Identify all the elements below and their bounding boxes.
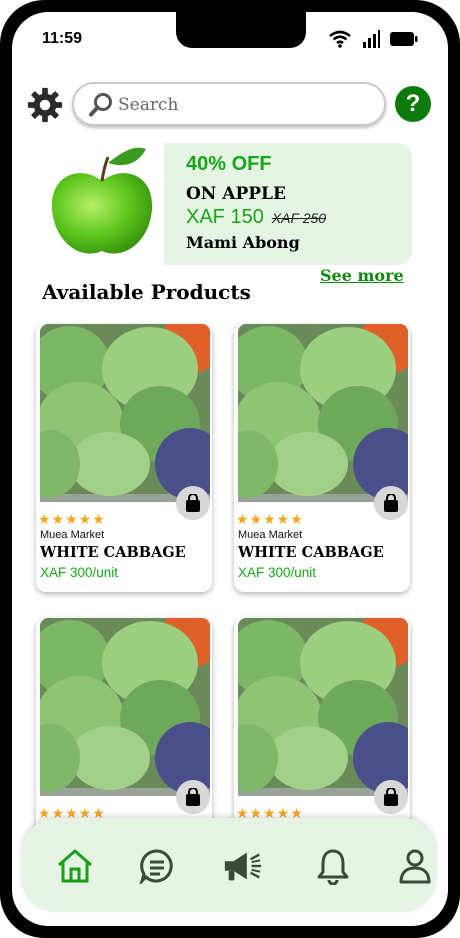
- nav-announcements[interactable]: [222, 846, 264, 886]
- phone-frame: 11:59 Search ? 40% OFF ON APPLE XAF 150 …: [0, 0, 460, 938]
- cabbage-image: [238, 324, 408, 502]
- promo-discount: 40% OFF: [186, 153, 272, 175]
- nav-chat[interactable]: [136, 846, 178, 886]
- app-screen: 11:59 Search ? 40% OFF ON APPLE XAF 150 …: [12, 12, 448, 926]
- shopping-bag-icon: [186, 494, 200, 512]
- shopping-bag-icon: [384, 788, 398, 806]
- chat-icon: [139, 849, 173, 884]
- wifi-icon: [329, 30, 351, 48]
- profile-icon: [399, 849, 431, 884]
- product-market: Muea Market: [238, 529, 303, 541]
- section-title: Available Products: [42, 280, 251, 304]
- product-market: Muea Market: [40, 529, 105, 541]
- nav-profile[interactable]: [394, 846, 436, 886]
- promo-old-price: XAF 250: [271, 210, 327, 226]
- product-card[interactable]: ★★★★★ Muea Market WHITE CABBAGE XAF 300/…: [234, 324, 410, 592]
- home-icon: [58, 849, 92, 883]
- promo-banner[interactable]: 40% OFF ON APPLE XAF 150 XAF 250 Mami Ab…: [42, 143, 412, 265]
- nav-notifications[interactable]: [312, 846, 354, 886]
- rating-stars: ★★★★★: [236, 511, 304, 527]
- shopping-bag-icon: [186, 788, 200, 806]
- promo-text: 40% OFF ON APPLE XAF 150 XAF 250 Mami Ab…: [186, 153, 326, 252]
- add-to-cart-button[interactable]: [374, 780, 408, 814]
- status-icons: [328, 30, 418, 48]
- product-price: XAF 300/unit: [238, 565, 317, 580]
- shopping-bag-icon: [384, 494, 398, 512]
- promo-seller: Mami Abong: [186, 233, 300, 252]
- battery-icon: [390, 32, 418, 46]
- see-more-link[interactable]: See more: [320, 266, 404, 285]
- top-bar: ?: [26, 82, 436, 128]
- product-price: XAF 300/unit: [40, 565, 119, 580]
- cabbage-image: [40, 324, 210, 502]
- promo-title: ON APPLE: [186, 184, 286, 204]
- cabbage-image: [238, 618, 408, 796]
- add-to-cart-button[interactable]: [176, 486, 210, 520]
- nav-home[interactable]: [54, 846, 96, 886]
- help-button[interactable]: ?: [395, 86, 431, 122]
- bottom-nav: [22, 818, 436, 912]
- product-name: WHITE CABBAGE: [238, 544, 384, 561]
- product-name: WHITE CABBAGE: [40, 544, 186, 561]
- product-card[interactable]: ★★★★★ Muea Market WHITE CABBAGE XAF 300/…: [36, 324, 212, 592]
- search-bar[interactable]: [72, 82, 386, 126]
- rating-stars: ★★★★★: [38, 511, 106, 527]
- camera-notch: [176, 12, 306, 48]
- promo-price-row: XAF 150 XAF 250: [186, 206, 326, 229]
- status-time: 11:59: [42, 30, 83, 47]
- apple-image: [42, 143, 164, 265]
- search-input[interactable]: [118, 92, 368, 118]
- cabbage-image: [40, 618, 210, 796]
- signal-icon: [363, 30, 380, 48]
- promo-price: XAF 150: [186, 206, 264, 228]
- gear-icon[interactable]: [26, 86, 64, 124]
- search-icon: [89, 93, 112, 117]
- add-to-cart-button[interactable]: [374, 486, 408, 520]
- apple-illustration: [51, 147, 153, 254]
- bell-icon: [317, 849, 349, 885]
- megaphone-icon: [224, 852, 262, 881]
- add-to-cart-button[interactable]: [176, 780, 210, 814]
